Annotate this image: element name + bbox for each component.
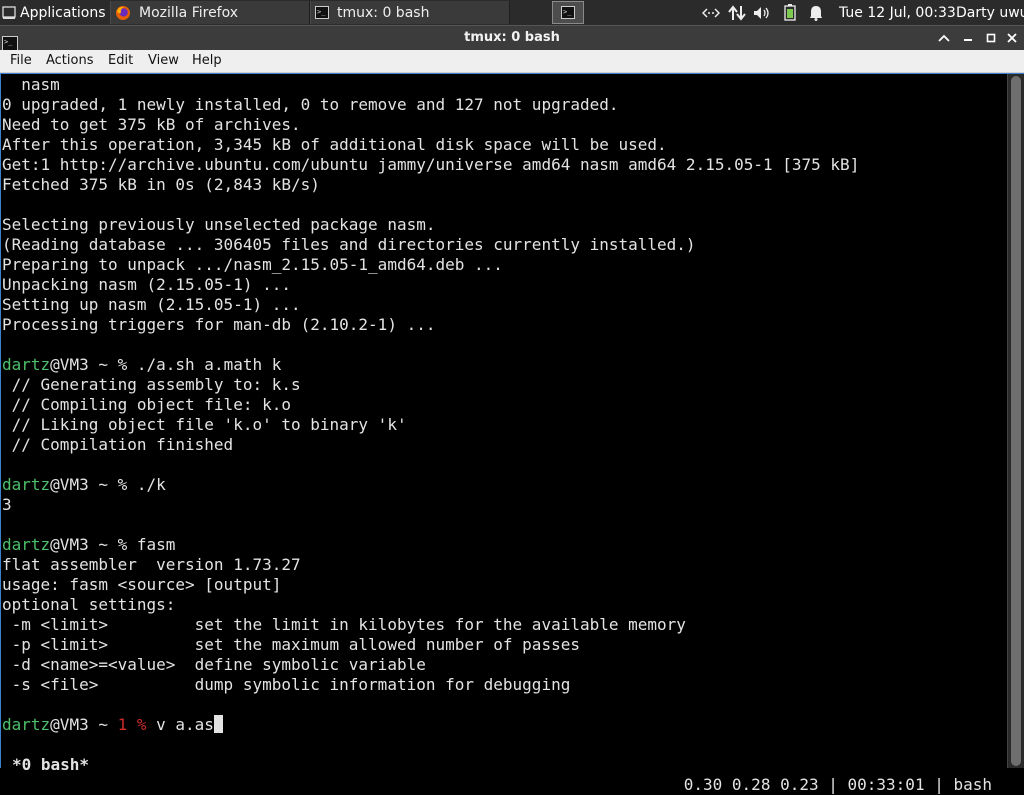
close-button[interactable] [1004, 30, 1020, 46]
tmux-status-right: 0.30 0.28 0.23 | 00:33:01 | bash [683, 775, 992, 794]
prompt-command: fasm [136, 535, 176, 554]
battery-icon[interactable] [781, 4, 799, 21]
notifications-bell-icon[interactable] [807, 4, 825, 21]
current-prompt-host: @VM3 ~ [50, 715, 118, 734]
prompt-user: dartz [2, 355, 51, 374]
prompt-line: dartz@VM3 ~ % ./k [2, 475, 1006, 495]
terminal-line: optional settings: [2, 595, 176, 614]
panel-user-name[interactable]: Darty uwu [956, 0, 1024, 25]
close-icon [1007, 33, 1017, 43]
tmux-window-list[interactable]: *0 bash* [12, 755, 89, 775]
prompt-host: @VM3 ~ % [50, 355, 137, 374]
terminal-icon: >_ [315, 6, 329, 19]
firefox-icon [115, 5, 131, 21]
menu-edit[interactable]: Edit [108, 50, 133, 72]
command-input[interactable]: v a.as [156, 715, 214, 734]
volume-icon[interactable] [753, 4, 771, 21]
terminal-line: Preparing to unpack .../nasm_2.15.05-1_a… [2, 255, 503, 274]
terminal-line: Get:1 http://archive.ubuntu.com/ubuntu j… [2, 155, 860, 174]
applications-label: Applications [20, 4, 106, 21]
chevron-up-icon [938, 34, 950, 42]
exit-status: 1 % [117, 715, 157, 734]
task-firefox[interactable]: Mozilla Firefox [110, 1, 310, 24]
terminal-line: Processing triggers for man-db (2.10.2-1… [2, 315, 436, 334]
prompt-line: dartz@VM3 ~ % fasm [2, 535, 1006, 555]
terminal-line: Setting up nasm (2.15.05-1) ... [2, 295, 301, 314]
maximize-button[interactable] [983, 30, 999, 46]
task-terminal[interactable]: >_ tmux: 0 bash [310, 1, 510, 24]
terminal-line: // Compiling object file: k.o [2, 395, 291, 414]
task-firefox-label: Mozilla Firefox [139, 4, 239, 21]
prompt-user: dartz [2, 475, 51, 494]
menu-bar: File Actions Edit View Help [0, 50, 1024, 73]
top-panel: Applications Mozilla Firefox >_ tmux: 0 … [0, 0, 1024, 25]
applications-icon [2, 5, 16, 20]
shade-button[interactable] [936, 30, 952, 46]
current-prompt-line[interactable]: dartz@VM3 ~ 1 % v a.as [2, 715, 223, 735]
prompt-host: @VM3 ~ % [50, 475, 137, 494]
terminal-line: Selecting previously unselected package … [2, 215, 436, 234]
minimize-icon [964, 39, 972, 41]
terminal-line: // Generating assembly to: k.s [2, 375, 301, 394]
network-arrows-icon[interactable] [702, 4, 720, 21]
applications-menu[interactable]: Applications [2, 0, 106, 25]
terminal-line: nasm [2, 75, 60, 94]
terminal-line: flat assembler version 1.73.27 [2, 555, 301, 574]
prompt-command: ./a.sh a.math k [136, 355, 282, 374]
terminal-line: -m <limit> set the limit in kilobytes fo… [2, 615, 686, 634]
terminal-line: -d <name>=<value> define symbolic variab… [2, 655, 426, 674]
terminal-line: -s <file> dump symbolic information for … [2, 675, 571, 694]
workspace-button[interactable]: >_ [552, 1, 584, 24]
terminal-line: usage: fasm <source> [output] [2, 575, 282, 594]
current-prompt-user: dartz [2, 715, 51, 734]
terminal-line: (Reading database ... 306405 files and d… [2, 235, 696, 254]
minimize-button[interactable] [960, 30, 976, 46]
terminal-output[interactable]: nasm 0 upgraded, 1 newly installed, 0 to … [2, 75, 1006, 735]
prompt-command: ./k [136, 475, 166, 494]
prompt-line: dartz@VM3 ~ % ./a.sh a.math k [2, 355, 1006, 375]
terminal-scrollbar[interactable] [1007, 74, 1024, 768]
menu-file[interactable]: File [10, 50, 32, 72]
panel-clock[interactable]: Tue 12 Jul, 00:33 [839, 0, 956, 25]
terminal-line: Need to get 375 kB of archives. [2, 115, 301, 134]
network-transfer-icon[interactable] [728, 4, 746, 21]
window-titlebar[interactable]: >_ tmux: 0 bash [0, 25, 1024, 51]
scrollbar-thumb[interactable] [1011, 76, 1021, 766]
menu-actions[interactable]: Actions [46, 50, 94, 72]
prompt-user: dartz [2, 535, 51, 554]
terminal-line: Fetched 375 kB in 0s (2,843 kB/s) [2, 175, 320, 194]
text-cursor [213, 715, 223, 733]
terminal-line: // Compilation finished [2, 435, 234, 454]
task-terminal-label: tmux: 0 bash [337, 4, 430, 21]
menu-help[interactable]: Help [192, 50, 222, 72]
terminal-line: -p <limit> set the maximum allowed numbe… [2, 635, 580, 654]
prompt-host: @VM3 ~ % [50, 535, 137, 554]
terminal-line: 3 [2, 495, 12, 514]
terminal-line: After this operation, 3,345 kB of additi… [2, 135, 667, 154]
window-title: tmux: 0 bash [464, 30, 560, 45]
terminal-icon: >_ [561, 6, 575, 19]
tmux-status-line: *0 bash* 0.30 0.28 0.23 | 00:33:01 | bas… [2, 735, 1006, 794]
terminal-line: // Liking object file 'k.o' to binary 'k… [2, 415, 407, 434]
terminal-line: 0 upgraded, 1 newly installed, 0 to remo… [2, 95, 619, 114]
menu-view[interactable]: View [148, 50, 179, 72]
maximize-icon [986, 33, 996, 43]
terminal-line: Unpacking nasm (2.15.05-1) ... [2, 275, 291, 294]
